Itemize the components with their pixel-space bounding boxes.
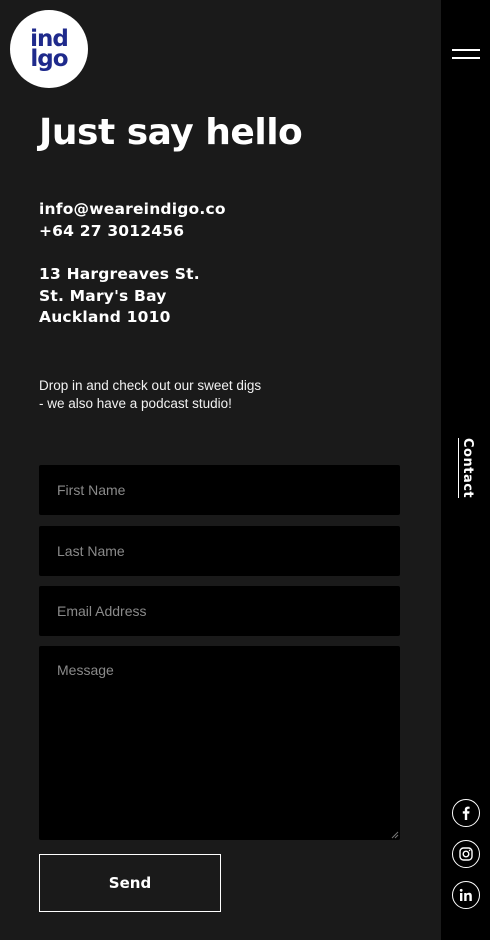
studio-description: Drop in and check out our sweet digs - w… [39,378,262,411]
phone-link[interactable]: +64 27 3012456 [39,222,184,240]
first-name-input[interactable] [39,465,400,515]
resize-grip-icon[interactable] [391,831,399,839]
facebook-icon[interactable] [452,799,480,827]
main-content: ind lgo Just say hello info@weareindigo.… [0,0,441,940]
indigo-logo[interactable]: ind lgo [10,10,88,88]
last-name-input[interactable] [39,526,400,576]
hamburger-icon[interactable] [452,46,480,62]
email-input[interactable] [39,586,400,636]
address-line-street: 13 Hargreaves St. [39,265,200,283]
message-textarea[interactable] [39,646,400,840]
linkedin-icon[interactable] [452,881,480,909]
address-line-suburb: St. Mary's Bay [39,287,167,305]
section-label-contact[interactable]: Contact [458,438,475,499]
address-line-city: Auckland 1010 [39,308,171,326]
email-link[interactable]: info@weareindigo.co [39,200,226,218]
page-title: Just say hello [39,112,303,153]
logo-wordmark: ind lgo [30,26,69,72]
instagram-icon[interactable] [452,840,480,868]
send-button[interactable]: Send [39,854,221,912]
